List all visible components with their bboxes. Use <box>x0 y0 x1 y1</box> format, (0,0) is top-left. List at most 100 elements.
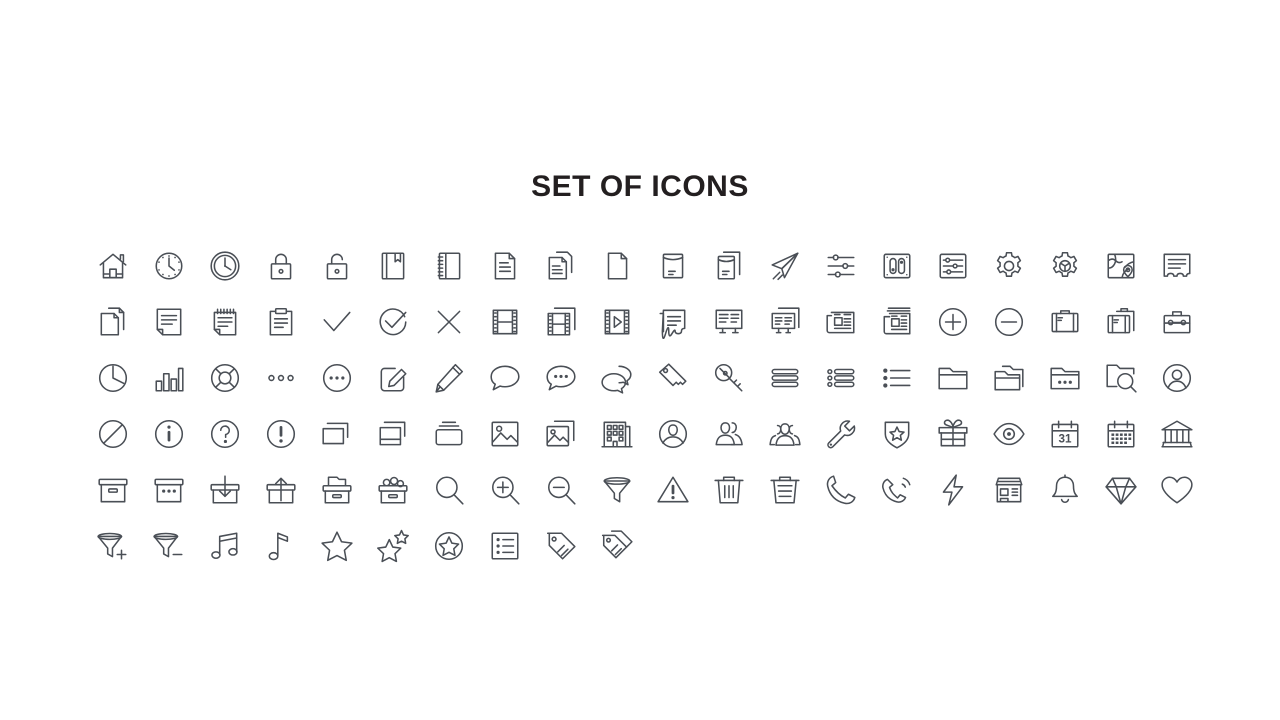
sliders-horizontal-icon[interactable] <box>813 238 869 294</box>
check-icon[interactable] <box>309 294 365 350</box>
building-icon[interactable] <box>589 406 645 462</box>
warning-triangle-icon[interactable] <box>645 462 701 518</box>
copy-documents-icon[interactable] <box>85 294 141 350</box>
folder-icon[interactable] <box>925 350 981 406</box>
notepad-spiral-icon[interactable] <box>197 294 253 350</box>
folders-icon[interactable] <box>981 350 1037 406</box>
archive-box-icon[interactable] <box>85 462 141 518</box>
envelope-open-icon[interactable] <box>645 238 701 294</box>
archive-full-icon[interactable] <box>365 462 421 518</box>
clipboard-icon[interactable] <box>253 294 309 350</box>
pie-chart-icon[interactable] <box>85 350 141 406</box>
archive-dots-icon[interactable] <box>141 462 197 518</box>
checklist-icon[interactable] <box>477 518 533 574</box>
bolt-icon[interactable] <box>925 462 981 518</box>
briefcase-copy-icon[interactable] <box>1093 294 1149 350</box>
users-two-icon[interactable] <box>701 406 757 462</box>
phone-ring-icon[interactable] <box>869 462 925 518</box>
heart-icon[interactable] <box>1149 462 1205 518</box>
user-avatar-circle-icon[interactable] <box>645 406 701 462</box>
menu-bars-icon[interactable] <box>757 350 813 406</box>
trash-lines-icon[interactable] <box>757 462 813 518</box>
exclamation-circle-icon[interactable] <box>253 406 309 462</box>
diamond-icon[interactable] <box>1093 462 1149 518</box>
envelope-copy-icon[interactable] <box>701 238 757 294</box>
key-icon[interactable] <box>645 350 701 406</box>
filter-add-icon[interactable] <box>85 518 141 574</box>
question-circle-icon[interactable] <box>197 406 253 462</box>
users-three-icon[interactable] <box>757 406 813 462</box>
folder-search-icon[interactable] <box>1093 350 1149 406</box>
chat-dots-icon[interactable] <box>533 350 589 406</box>
settings-panel-icon[interactable] <box>925 238 981 294</box>
music-notes-icon[interactable] <box>197 518 253 574</box>
shield-star-icon[interactable] <box>869 406 925 462</box>
calendar-grid-icon[interactable] <box>1093 406 1149 462</box>
stars-icon[interactable] <box>365 518 421 574</box>
notebook-spiral-icon[interactable] <box>421 238 477 294</box>
dots-circle-icon[interactable] <box>309 350 365 406</box>
trash-icon[interactable] <box>701 462 757 518</box>
newspaper-icon[interactable] <box>813 294 869 350</box>
image-icon[interactable] <box>477 406 533 462</box>
funnel-icon[interactable] <box>589 462 645 518</box>
minus-circle-icon[interactable] <box>981 294 1037 350</box>
images-copy-icon[interactable] <box>533 406 589 462</box>
presentation-icon[interactable] <box>701 294 757 350</box>
presentation-copy-icon[interactable] <box>757 294 813 350</box>
lifebuoy-icon[interactable] <box>197 350 253 406</box>
plus-circle-icon[interactable] <box>925 294 981 350</box>
info-circle-icon[interactable] <box>141 406 197 462</box>
keys-double-icon[interactable] <box>701 350 757 406</box>
film-strip-icon[interactable] <box>477 294 533 350</box>
folder-dots-icon[interactable] <box>1037 350 1093 406</box>
gear-icon[interactable] <box>981 238 1037 294</box>
filter-remove-icon[interactable] <box>141 518 197 574</box>
toggle-panel-icon[interactable] <box>869 238 925 294</box>
tag-icon[interactable] <box>533 518 589 574</box>
zoom-in-icon[interactable] <box>477 462 533 518</box>
user-circle-icon[interactable] <box>1149 350 1205 406</box>
send-plane-icon[interactable] <box>757 238 813 294</box>
ban-circle-icon[interactable] <box>85 406 141 462</box>
document-blank-icon[interactable] <box>589 238 645 294</box>
home-icon[interactable] <box>85 238 141 294</box>
map-pin-icon[interactable] <box>1093 238 1149 294</box>
clock-double-circle-icon[interactable] <box>197 238 253 294</box>
eye-icon[interactable] <box>981 406 1037 462</box>
receipt-icon[interactable] <box>645 294 701 350</box>
pencil-icon[interactable] <box>421 350 477 406</box>
close-x-icon[interactable] <box>421 294 477 350</box>
bar-chart-icon[interactable] <box>141 350 197 406</box>
search-icon[interactable] <box>421 462 477 518</box>
video-play-icon[interactable] <box>589 294 645 350</box>
star-icon[interactable] <box>309 518 365 574</box>
film-copy-icon[interactable] <box>533 294 589 350</box>
bell-icon[interactable] <box>1037 462 1093 518</box>
gear-badge-icon[interactable] <box>1037 238 1093 294</box>
bullet-list-icon[interactable] <box>869 350 925 406</box>
note-folded-icon[interactable] <box>141 294 197 350</box>
phone-icon[interactable] <box>813 462 869 518</box>
archive-file-icon[interactable] <box>309 462 365 518</box>
zoom-out-icon[interactable] <box>533 462 589 518</box>
wrench-icon[interactable] <box>813 406 869 462</box>
chat-bubble-icon[interactable] <box>477 350 533 406</box>
check-circle-icon[interactable] <box>365 294 421 350</box>
lock-open-icon[interactable] <box>309 238 365 294</box>
newspaper-stack-icon[interactable] <box>869 294 925 350</box>
clock-dotted-icon[interactable] <box>141 238 197 294</box>
star-circle-icon[interactable] <box>421 518 477 574</box>
inbox-download-icon[interactable] <box>197 462 253 518</box>
outbox-upload-icon[interactable] <box>253 462 309 518</box>
layers-stack-icon[interactable] <box>365 406 421 462</box>
calendar-date-icon[interactable]: 31 <box>1037 406 1093 462</box>
music-note-icon[interactable] <box>253 518 309 574</box>
briefcase-icon[interactable] <box>1037 294 1093 350</box>
document-text-icon[interactable] <box>477 238 533 294</box>
storefront-icon[interactable] <box>981 462 1037 518</box>
chat-double-icon[interactable] <box>589 350 645 406</box>
certificate-icon[interactable] <box>1149 238 1205 294</box>
bank-icon[interactable] <box>1149 406 1205 462</box>
lock-closed-icon[interactable] <box>253 238 309 294</box>
